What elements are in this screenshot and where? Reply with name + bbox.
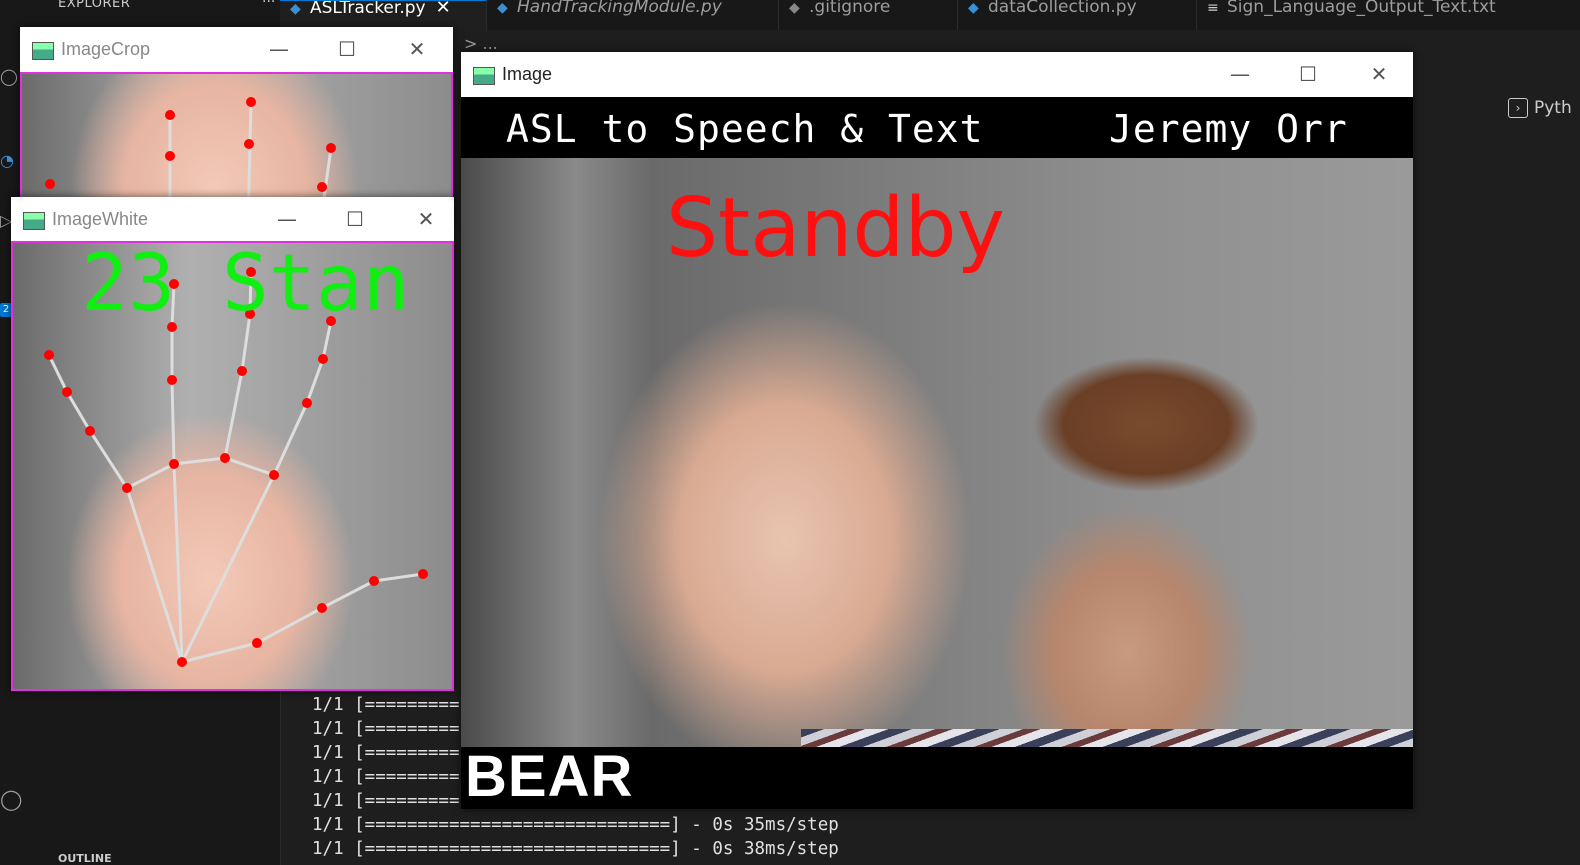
window-title: ImageCrop xyxy=(61,39,151,59)
window-titlebar[interactable]: ImageCrop — ☐ ✕ xyxy=(20,27,453,72)
python-file-icon: ◆ xyxy=(968,0,979,16)
close-button[interactable]: ✕ xyxy=(397,35,437,63)
image-window[interactable]: Image — ☐ ✕ ASL to Speech & Text Jeremy … xyxy=(461,52,1413,809)
camera-feed: ASL to Speech & Text Jeremy Orr Standby … xyxy=(461,97,1413,809)
app-title: ASL to Speech & Text xyxy=(506,107,984,151)
close-tab-icon[interactable]: ✕ xyxy=(436,1,451,17)
window-title: ImageWhite xyxy=(52,209,149,229)
tab-datacollection[interactable]: ◆ dataCollection.py xyxy=(958,0,1197,30)
outline-section[interactable]: OUTLINE xyxy=(58,852,112,865)
maximize-button[interactable]: ☐ xyxy=(1288,60,1328,88)
window-titlebar[interactable]: Image — ☐ ✕ xyxy=(461,52,1413,97)
timeline-icon[interactable]: ◔ xyxy=(0,152,18,170)
terminal-line: 1/1 [=============================] - 0s… xyxy=(312,815,839,835)
output-word: BEAR xyxy=(465,744,634,809)
white-image: 23 Stan xyxy=(11,241,454,691)
explorer-title: EXPLORER xyxy=(58,0,131,11)
tab-handtrackingmodule[interactable]: ◆ HandTrackingModule.py xyxy=(487,0,779,30)
maximize-button[interactable]: ☐ xyxy=(335,205,375,233)
window-title: Image xyxy=(502,64,553,84)
author-name: Jeremy Orr xyxy=(1109,107,1348,151)
editor-tab-bar: ◆ ASLTracker.py ✕ ◆ HandTrackingModule.py ◆… xyxy=(280,0,1580,31)
tab-label: HandTrackingModule.py xyxy=(517,0,722,17)
tab-label: .gitignore xyxy=(809,0,891,17)
crop-border xyxy=(11,241,454,691)
terminal-line: 1/1 [=============================] - 0s… xyxy=(312,839,839,859)
maximize-button[interactable]: ☐ xyxy=(327,35,367,63)
python-file-icon: ◆ xyxy=(497,0,508,16)
gitignore-file-icon: ◆ xyxy=(789,0,800,16)
terminal-line: 1/1 [========= xyxy=(312,695,460,715)
terminal-line: 1/1 [========= xyxy=(312,767,460,787)
search-icon[interactable]: ◯ xyxy=(0,68,18,86)
terminal-icon: › xyxy=(1508,98,1528,118)
minimize-button[interactable]: — xyxy=(267,205,307,233)
account-icon[interactable]: ◯ xyxy=(0,789,22,809)
terminal-line: 1/1 [========= xyxy=(312,719,460,739)
tab-gitignore[interactable]: ◆ .gitignore xyxy=(779,0,958,30)
window-titlebar[interactable]: ImageWhite — ☐ ✕ xyxy=(11,197,454,242)
tab-label: Sign_Language_Output_Text.txt xyxy=(1227,0,1496,17)
python-terminal-label: Pyth xyxy=(1534,98,1572,118)
terminal-line: 1/1 [========= xyxy=(312,791,460,811)
breadcrumb[interactable]: > ... xyxy=(464,34,498,53)
text-file-icon: ≡ xyxy=(1207,0,1219,16)
tab-sign-language-output[interactable]: ≡ Sign_Language_Output_Text.txt xyxy=(1197,0,1580,30)
tab-label: dataCollection.py xyxy=(988,0,1137,17)
python-file-icon: ◆ xyxy=(290,1,301,17)
tab-label: ASLTracker.py xyxy=(310,0,426,18)
close-button[interactable]: ✕ xyxy=(406,205,446,233)
python-terminal-tab[interactable]: › Pyth xyxy=(1508,98,1572,118)
app-icon xyxy=(473,67,495,85)
terminal-line: 1/1 [========= xyxy=(312,743,460,763)
close-button[interactable]: ✕ xyxy=(1359,60,1399,88)
minimize-button[interactable]: — xyxy=(259,35,299,63)
more-actions-icon[interactable]: ··· xyxy=(262,0,275,10)
app-icon xyxy=(23,212,45,230)
output-bar: BEAR xyxy=(461,744,1413,809)
imagewhite-window[interactable]: ImageWhite — ☐ ✕ 23 Stan xyxy=(11,197,454,691)
app-icon xyxy=(32,42,54,60)
minimize-button[interactable]: — xyxy=(1220,60,1260,88)
status-text: Standby xyxy=(666,181,1006,276)
header-bar: ASL to Speech & Text Jeremy Orr xyxy=(461,97,1413,158)
